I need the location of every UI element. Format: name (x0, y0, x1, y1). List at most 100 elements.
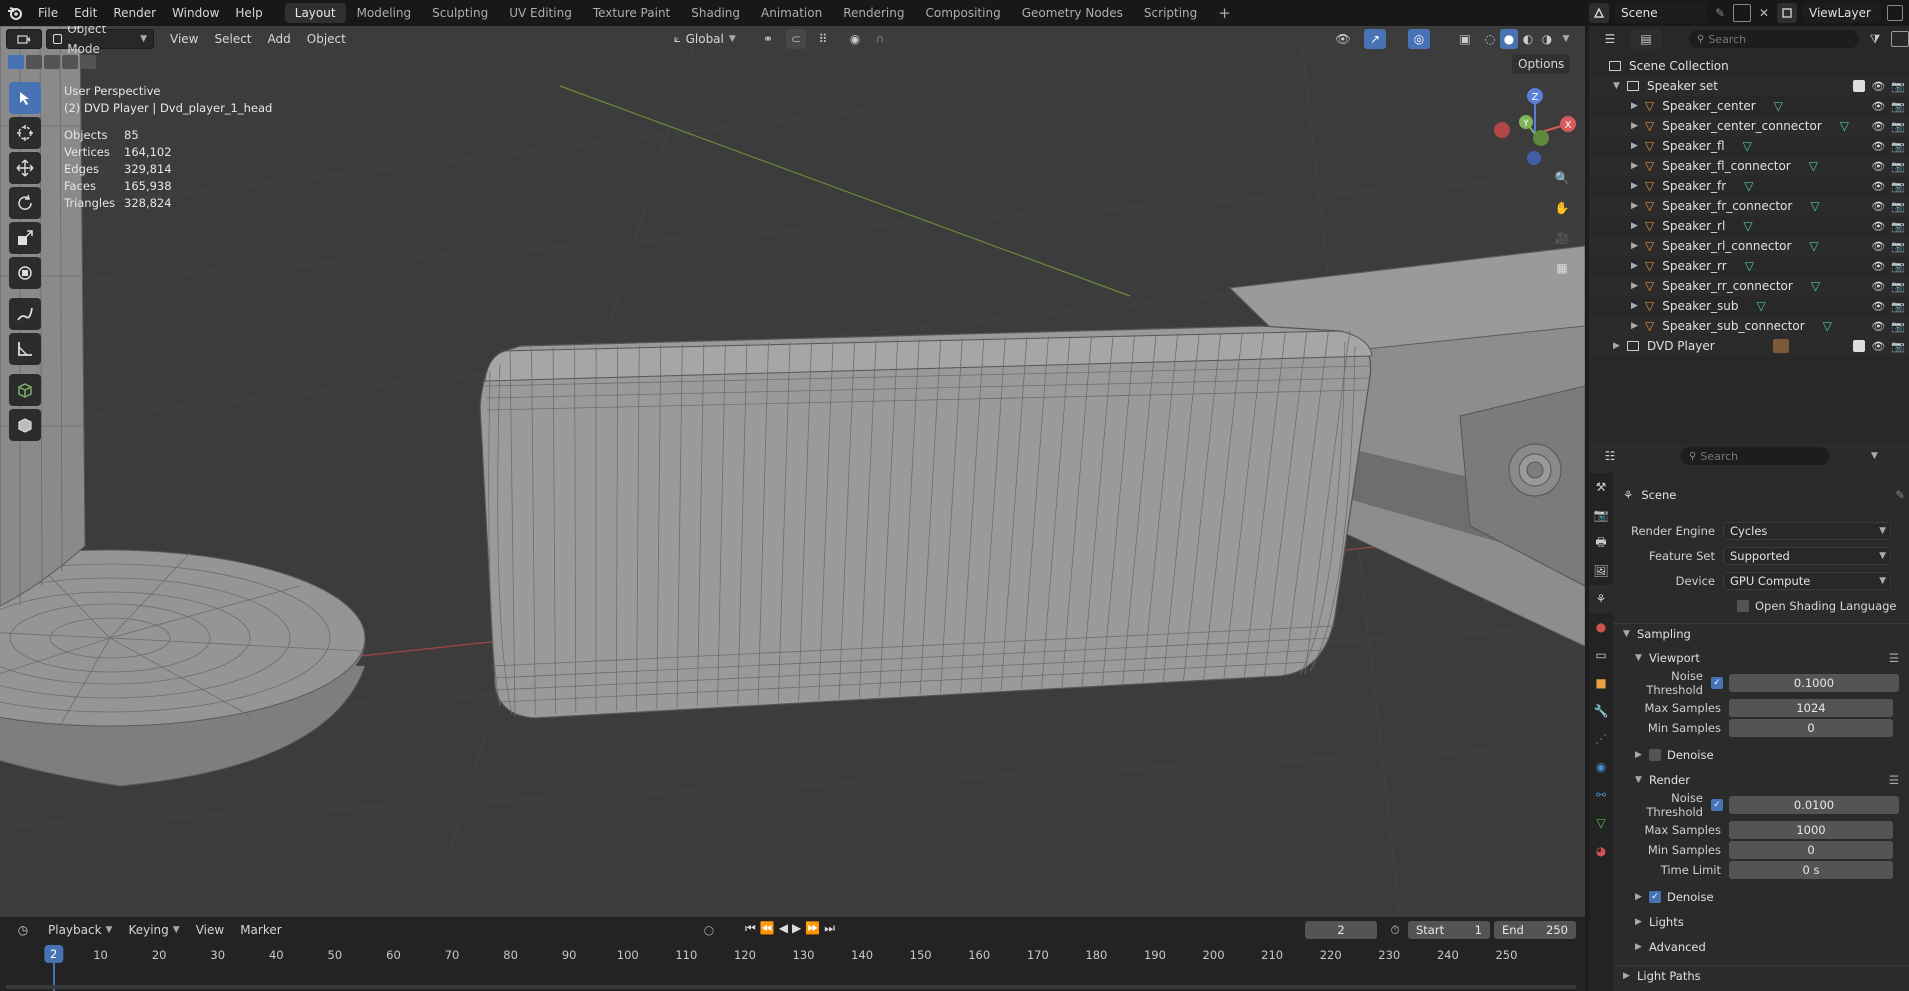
solid-shading-icon[interactable]: ● (1500, 29, 1518, 49)
constraints-tab-icon[interactable]: ⚯ (1589, 781, 1613, 809)
modifier-tab-icon[interactable]: 🔧 (1589, 697, 1613, 725)
collection-exclude-checkbox[interactable] (1853, 340, 1866, 352)
mesh-data-icon[interactable]: ▽ (1810, 199, 1819, 213)
lights-subpanel[interactable]: ▶ Lights (1613, 912, 1909, 932)
camera-render-icon[interactable]: 📷 (1891, 300, 1905, 313)
rendered-shading-icon[interactable]: ◑ (1538, 29, 1556, 49)
mesh-data-icon[interactable]: ▽ (1811, 279, 1820, 293)
advanced-subpanel[interactable]: ▶ Advanced (1613, 937, 1909, 957)
eye-icon[interactable]: 👁 (1871, 340, 1885, 353)
expand-arrow-icon[interactable]: ▶ (1631, 321, 1645, 331)
jump-end-icon[interactable]: ⏭ (824, 921, 835, 936)
camera-view-icon[interactable]: 🎥 (1550, 226, 1574, 250)
time-limit-field[interactable]: 0 s (1729, 861, 1893, 879)
collection-exclude-checkbox[interactable] (1853, 80, 1866, 92)
select-intersect-icon[interactable] (80, 55, 96, 69)
outliner-object-row[interactable]: ▶ ▽ Speaker_fl_connector ▽ 👁 📷 (1589, 156, 1909, 176)
measure-tool-icon[interactable] (9, 333, 41, 365)
expand-arrow-icon[interactable]: ▶ (1631, 141, 1645, 151)
viewport-menu-add[interactable]: Add (262, 29, 297, 49)
outliner-collection-dvd-player[interactable]: ▶ DVD Player 👁 📷 (1589, 336, 1909, 356)
eye-icon[interactable]: 👁 (1871, 160, 1885, 173)
timeline-scrollbar[interactable] (6, 985, 1576, 989)
editor-type-icon[interactable] (6, 29, 42, 49)
workspace-tab-compositing[interactable]: Compositing (915, 3, 1010, 23)
camera-render-icon[interactable]: 📷 (1891, 340, 1905, 353)
outliner-object-row[interactable]: ▶ ▽ Speaker_sub ▽ 👁 📷 (1589, 296, 1909, 316)
new-collection-icon[interactable] (1891, 31, 1909, 47)
outliner-editor-type-icon[interactable]: ☰ (1595, 29, 1625, 49)
vp-noise-threshold-field[interactable]: 0.1000 (1729, 674, 1899, 692)
mesh-data-tab-icon[interactable]: ▽ (1589, 809, 1613, 837)
eye-icon[interactable]: 👁 (1871, 300, 1885, 313)
workspace-tab-layout[interactable]: Layout (284, 3, 346, 23)
camera-render-icon[interactable]: 📷 (1891, 80, 1905, 93)
eye-icon[interactable]: 👁 (1871, 280, 1885, 293)
render-subpanel-header[interactable]: ▼ Render ☰ (1613, 770, 1909, 790)
expand-arrow-icon[interactable]: ▶ (1631, 261, 1645, 271)
viewport-menu-select[interactable]: Select (208, 29, 257, 49)
camera-render-icon[interactable]: 📷 (1891, 280, 1905, 293)
pin-icon[interactable]: ✎ (1895, 488, 1905, 502)
r-min-samples-field[interactable]: 0 (1729, 841, 1893, 859)
collapse-arrow-icon[interactable]: ▼ (1613, 81, 1627, 91)
expand-arrow-icon[interactable]: ▶ (1631, 281, 1645, 291)
outliner-collection-speaker-set[interactable]: ▼ Speaker set 👁 📷 (1589, 76, 1909, 96)
rotate-tool-icon[interactable] (9, 187, 41, 219)
object-tab-icon[interactable]: ■ (1589, 669, 1613, 697)
scene-icon[interactable] (1589, 3, 1609, 23)
camera-render-icon[interactable]: 📷 (1891, 240, 1905, 253)
workspace-tab-shading[interactable]: Shading (681, 3, 750, 23)
outliner-object-row[interactable]: ▶ ▽ Speaker_fl ▽ 👁 📷 (1589, 136, 1909, 156)
select-subtract-icon[interactable] (44, 55, 60, 69)
menu-help[interactable]: Help (227, 0, 270, 26)
feature-set-dropdown[interactable]: Supported ▼ (1723, 547, 1891, 565)
workspace-tab-rendering[interactable]: Rendering (833, 3, 914, 23)
workspace-tab-geometry-nodes[interactable]: Geometry Nodes (1012, 3, 1133, 23)
world-tab-icon[interactable]: ● (1589, 613, 1613, 641)
mesh-data-icon[interactable]: ▽ (1757, 299, 1766, 313)
gizmo-neg-z-axis[interactable] (1527, 151, 1541, 165)
add-object-tool-icon[interactable] (9, 409, 41, 441)
frame-start-field[interactable]: Start 1 (1408, 921, 1490, 939)
remove-scene-icon[interactable]: ✕ (1757, 6, 1771, 20)
vp-max-samples-field[interactable]: 1024 (1729, 699, 1893, 717)
pan-hand-icon[interactable]: ✋ (1550, 196, 1574, 220)
tool-tab-icon[interactable]: ⚒ (1589, 473, 1613, 501)
expand-arrow-icon[interactable]: ▶ (1631, 101, 1645, 111)
current-frame-field[interactable]: 2 (1305, 921, 1377, 939)
timeline-editor-type-icon[interactable]: ◷ (8, 920, 38, 940)
outliner-object-row[interactable]: ▶ ▽ Speaker_rr_connector ▽ 👁 📷 (1589, 276, 1909, 296)
chevron-down-icon[interactable]: ▼ (1871, 451, 1878, 461)
expand-arrow-icon[interactable]: ▶ (1631, 301, 1645, 311)
auto-keying-icon[interactable]: ○ (700, 921, 718, 939)
eye-icon[interactable]: 👁 (1871, 220, 1885, 233)
presets-list-icon[interactable]: ☰ (1889, 773, 1899, 787)
vp-noise-threshold-checkbox[interactable]: ✓ (1711, 677, 1723, 689)
keying-menu[interactable]: Keying ▼ (122, 920, 185, 940)
outliner-object-row[interactable]: ▶ ▽ Speaker_center_connector ▽ 👁 📷 (1589, 116, 1909, 136)
navigation-gizmo[interactable]: Z X Y (1490, 84, 1580, 174)
output-tab-icon[interactable]: 🖶 (1589, 529, 1613, 557)
eye-icon[interactable]: 👁 (1871, 200, 1885, 213)
timeline-view-menu[interactable]: View (190, 920, 230, 940)
overlay-toggle-icon[interactable]: ◎ (1408, 29, 1430, 49)
menu-window[interactable]: Window (164, 0, 227, 26)
expand-arrow-icon[interactable]: ▶ (1631, 121, 1645, 131)
frame-end-field[interactable]: End 250 (1494, 921, 1576, 939)
r-noise-threshold-field[interactable]: 0.0100 (1729, 796, 1899, 814)
outliner-object-row[interactable]: ▶ ▽ Speaker_rl ▽ 👁 📷 (1589, 216, 1909, 236)
eye-icon[interactable]: 👁 (1871, 140, 1885, 153)
blender-logo-icon[interactable] (0, 0, 30, 26)
outliner-object-row[interactable]: ▶ ▽ Speaker_rr ▽ 👁 📷 (1589, 256, 1909, 276)
outliner-object-row[interactable]: ▶ ▽ Speaker_fr ▽ 👁 📷 (1589, 176, 1909, 196)
mesh-data-icon[interactable]: ▽ (1743, 139, 1752, 153)
gizmo-neg-x-axis[interactable] (1494, 122, 1510, 138)
next-keyframe-icon[interactable]: ⏩ (805, 921, 820, 936)
eye-icon[interactable]: 👁 (1871, 320, 1885, 333)
new-view-layer-icon[interactable] (1887, 5, 1903, 21)
select-invert-icon[interactable] (62, 55, 78, 69)
outliner-object-row[interactable]: ▶ ▽ Speaker_rl_connector ▽ 👁 📷 (1589, 236, 1909, 256)
workspace-tab-sculpting[interactable]: Sculpting (422, 3, 498, 23)
material-shading-icon[interactable]: ◐ (1519, 29, 1537, 49)
